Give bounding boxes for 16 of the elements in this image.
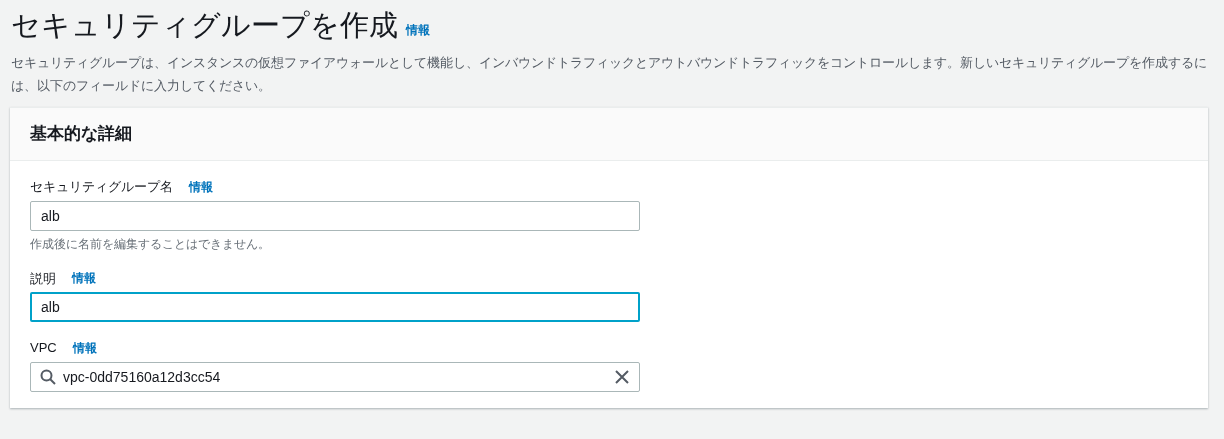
- info-link[interactable]: 情報: [189, 177, 213, 196]
- field-label: 説明: [30, 269, 56, 288]
- info-link[interactable]: 情報: [406, 20, 430, 39]
- search-icon: [40, 368, 56, 385]
- clear-icon[interactable]: [614, 368, 630, 385]
- info-link[interactable]: 情報: [72, 269, 96, 288]
- page-description: セキュリティグループは、インスタンスの仮想ファイアウォールとして機能し、インバウンドトラフィックとアウトバウンドトラフィックをコントロールします。新しいセキュリティグループを作成するには、以下のフィールドに入力してください。: [11, 53, 1208, 95]
- input-field[interactable]: alb: [30, 200, 640, 231]
- search-field[interactable]: vpc-0dd75160a12d3cc54: [30, 361, 640, 392]
- field-label: VPC: [30, 339, 57, 358]
- field-hint: 作成後に名前を編集することはできません。: [30, 235, 271, 253]
- field-label: セキュリティグループ名: [30, 178, 173, 197]
- panel-title: 基本的な詳細: [30, 123, 133, 145]
- page-title: セキュリティグループを作成: [11, 8, 398, 43]
- info-link[interactable]: 情報: [72, 338, 97, 357]
- input-field[interactable]: alb: [30, 292, 640, 323]
